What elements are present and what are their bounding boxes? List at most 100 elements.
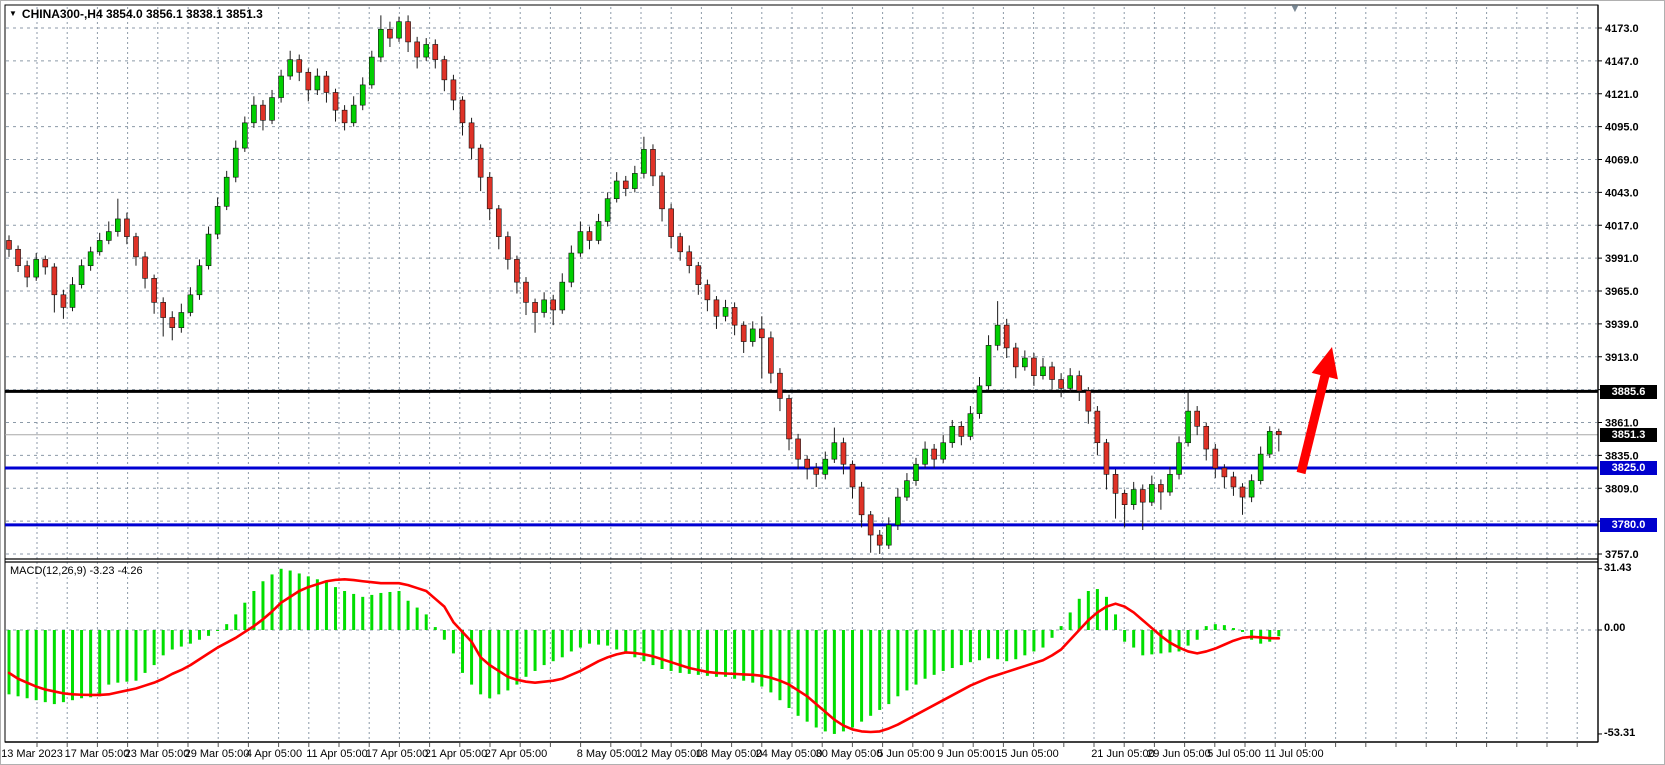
candle (569, 253, 574, 282)
macd-bar (1105, 597, 1108, 630)
macd-bar (207, 630, 210, 636)
candle (805, 459, 810, 468)
x-axis-label: 12 May 05:00 (636, 748, 703, 760)
macd-bar (534, 630, 537, 671)
candle (97, 240, 102, 251)
candle (251, 105, 256, 123)
price-badge-current: 3851.3 (1600, 428, 1657, 442)
candle (7, 240, 12, 249)
macd-bar (515, 630, 518, 685)
macd-bar (325, 581, 328, 630)
candle (170, 318, 175, 328)
y-axis-label: 3913.0 (1605, 352, 1639, 364)
macd-bar (416, 608, 419, 630)
candlestick-chart[interactable]: 4173.04147.04121.04095.04069.04043.04017… (1, 1, 1665, 765)
macd-bar (570, 630, 573, 651)
candle (768, 338, 773, 373)
macd-bar (1096, 589, 1099, 630)
macd-bar (352, 594, 355, 630)
candle (179, 312, 184, 327)
macd-bar (452, 630, 455, 653)
candle (1059, 380, 1064, 389)
x-axis-label: 15 Jun 05:00 (995, 748, 1059, 760)
candle (297, 60, 302, 73)
macd-bar (216, 630, 219, 631)
candle (360, 85, 365, 105)
candle (487, 177, 492, 209)
candle (1104, 443, 1109, 475)
macd-bar (280, 569, 283, 630)
macd-bar (842, 630, 845, 731)
macd-bar (797, 630, 800, 716)
macd-bar (933, 630, 936, 675)
candle (478, 148, 483, 177)
candle (714, 300, 719, 316)
macd-scale-min: -53.31 (1604, 727, 1635, 739)
candle (1022, 358, 1027, 367)
candle (279, 76, 284, 97)
candle (705, 285, 710, 300)
macd-bar (116, 630, 119, 683)
candle (796, 439, 801, 459)
candle (877, 535, 882, 545)
candle (34, 259, 39, 277)
y-axis-label: 3757.0 (1605, 549, 1639, 561)
candle (1195, 411, 1200, 426)
chart-shift-marker-icon[interactable]: ▼ (1289, 1, 1301, 15)
macd-bar (815, 630, 818, 728)
macd-bar (1187, 630, 1190, 646)
candle (660, 176, 665, 209)
x-axis-label: 24 May 05:00 (756, 748, 823, 760)
macd-bar (615, 630, 618, 650)
candle (787, 398, 792, 438)
macd-bar (271, 574, 274, 630)
macd-bar (651, 630, 654, 665)
candle (1077, 376, 1082, 391)
macd-bar (1268, 630, 1271, 642)
x-axis-label: 8 May 05:00 (577, 748, 638, 760)
candle (79, 266, 84, 285)
macd-bar (53, 630, 56, 704)
macd-bar (1150, 630, 1153, 654)
macd-bar (379, 593, 382, 630)
macd-bar (243, 603, 246, 630)
macd-bar (987, 630, 990, 658)
candle (732, 307, 737, 325)
candle (115, 219, 120, 232)
candle (242, 123, 247, 148)
macd-bar (1205, 626, 1208, 630)
macd-bar (180, 630, 183, 647)
candle (832, 443, 837, 459)
candle (61, 295, 66, 308)
candle (1122, 493, 1127, 504)
candle (16, 249, 21, 265)
candle (1149, 484, 1154, 502)
y-axis-label: 4069.0 (1605, 155, 1639, 167)
candle (687, 252, 692, 266)
candle (614, 181, 619, 199)
candle (741, 325, 746, 341)
x-axis-label: 17 Mar 05:00 (65, 748, 130, 760)
macd-bar (978, 630, 981, 660)
x-axis-label: 13 Mar 2023 (1, 748, 63, 760)
candle (523, 282, 528, 302)
macd-bar (361, 597, 364, 630)
macd-bar (524, 630, 527, 677)
macd-bar (1051, 630, 1054, 638)
candle (669, 209, 674, 237)
candle (451, 80, 456, 100)
candle (460, 100, 465, 123)
candle (895, 497, 900, 525)
candle (1177, 443, 1182, 475)
x-axis-label: 4 Apr 05:00 (246, 748, 302, 760)
macd-bar (851, 630, 854, 728)
symbol-dropdown-icon[interactable]: ▼ (9, 9, 17, 18)
candle (124, 219, 129, 237)
candle (442, 60, 447, 80)
candle (88, 252, 93, 266)
candle (1131, 490, 1136, 505)
macd-bar (869, 630, 872, 716)
macd-bar (1141, 630, 1144, 655)
macd-bar (425, 614, 428, 630)
y-axis-label: 4043.0 (1605, 187, 1639, 199)
